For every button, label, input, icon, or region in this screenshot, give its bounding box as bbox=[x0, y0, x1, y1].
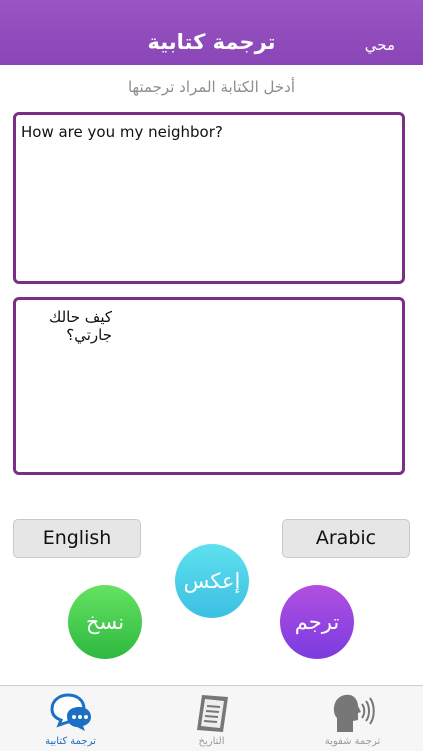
tab-bar: ترجمة كتابية التاريخ ترجمة شفوية bbox=[0, 685, 423, 751]
tab-label: ترجمة كتابية bbox=[45, 736, 96, 747]
page-title: ترجمة كتابية bbox=[147, 30, 276, 54]
copy-button[interactable]: نسخ bbox=[68, 585, 142, 659]
tab-text-translation[interactable]: ترجمة كتابية bbox=[0, 686, 141, 751]
translation-output: كيف حالك جارتي؟ bbox=[13, 297, 405, 475]
chat-bubbles-icon bbox=[49, 693, 91, 731]
input-hint: أدخل الكتابة المراد ترجمتها bbox=[127, 78, 296, 96]
source-text-input[interactable]: How are you my neighbor? bbox=[13, 112, 405, 284]
tab-label: التاريخ bbox=[198, 736, 225, 747]
history-document-icon bbox=[196, 695, 228, 732]
swap-languages-button[interactable]: إعكس bbox=[175, 544, 249, 618]
translate-button[interactable]: ترجم bbox=[280, 585, 354, 659]
header-bar: ترجمة كتابية محي bbox=[0, 0, 423, 65]
tab-label: ترجمة شفوية bbox=[324, 736, 381, 747]
source-language-button[interactable]: English bbox=[13, 519, 141, 558]
target-language-button[interactable]: Arabic bbox=[282, 519, 410, 558]
tab-voice-translation[interactable]: ترجمة شفوية bbox=[282, 686, 423, 751]
speaking-head-icon bbox=[333, 694, 375, 732]
clear-button[interactable]: محي bbox=[365, 36, 395, 54]
tab-history[interactable]: التاريخ bbox=[141, 686, 282, 751]
